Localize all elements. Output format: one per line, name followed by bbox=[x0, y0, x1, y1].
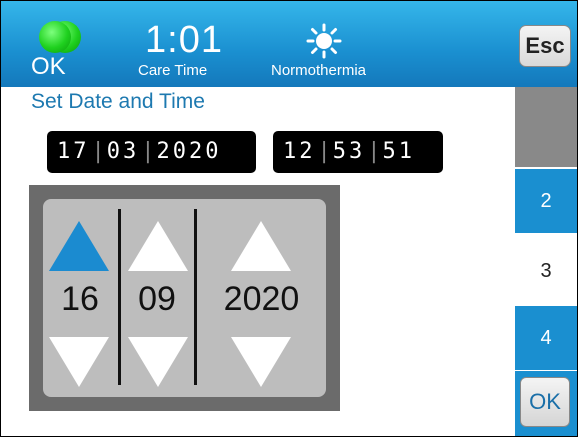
screen: OK 1:01 Care Time Normothermia Esc Set D… bbox=[0, 0, 578, 437]
current-minute: 53 bbox=[332, 139, 366, 164]
day-up-arrow-icon[interactable] bbox=[49, 221, 109, 271]
side-tab-blank bbox=[515, 87, 577, 167]
year-up-arrow-icon[interactable] bbox=[231, 221, 291, 271]
care-time-label: Care Time bbox=[138, 62, 208, 79]
day-down-arrow-icon[interactable] bbox=[49, 337, 109, 387]
status-ok-label: OK bbox=[31, 53, 66, 80]
care-time-value: 1:01 bbox=[145, 19, 223, 61]
year-down-arrow-icon[interactable] bbox=[231, 337, 291, 387]
current-month: 03 bbox=[106, 139, 140, 164]
sun-icon bbox=[306, 23, 342, 59]
year-value: 2020 bbox=[223, 280, 300, 318]
separator: | bbox=[317, 139, 331, 164]
current-year: 2020 bbox=[156, 139, 222, 164]
date-picker: 16 09 2020 bbox=[29, 185, 340, 411]
ok-button[interactable]: OK bbox=[520, 377, 570, 427]
separator: | bbox=[91, 139, 105, 164]
separator: | bbox=[367, 139, 381, 164]
year-column: 2020 bbox=[197, 199, 326, 397]
separator: | bbox=[141, 139, 155, 164]
month-value: 09 bbox=[138, 280, 176, 318]
side-tab-3[interactable]: 3 bbox=[515, 239, 577, 303]
month-column: 09 bbox=[121, 199, 193, 397]
normothermia-label: Normothermia bbox=[271, 62, 367, 79]
date-picker-panel: 16 09 2020 bbox=[43, 199, 326, 397]
esc-button[interactable]: Esc bbox=[519, 25, 571, 67]
side-tab-2[interactable]: 2 bbox=[515, 169, 577, 233]
month-up-arrow-icon[interactable] bbox=[128, 221, 188, 271]
status-bar: OK 1:01 Care Time Normothermia Esc bbox=[1, 1, 577, 87]
current-date-display: 17|03|2020 bbox=[47, 131, 256, 173]
current-day: 17 bbox=[57, 139, 90, 164]
page-title: Set Date and Time bbox=[31, 90, 205, 113]
day-column: 16 bbox=[43, 199, 117, 397]
current-hour: 12 bbox=[283, 139, 316, 164]
month-down-arrow-icon[interactable] bbox=[128, 337, 188, 387]
current-time-display: 12|53|51 bbox=[273, 131, 443, 173]
status-led-icon bbox=[39, 21, 81, 53]
current-second: 51 bbox=[382, 139, 415, 164]
day-value: 16 bbox=[61, 280, 99, 318]
side-tab-4[interactable]: 4 bbox=[515, 306, 577, 370]
